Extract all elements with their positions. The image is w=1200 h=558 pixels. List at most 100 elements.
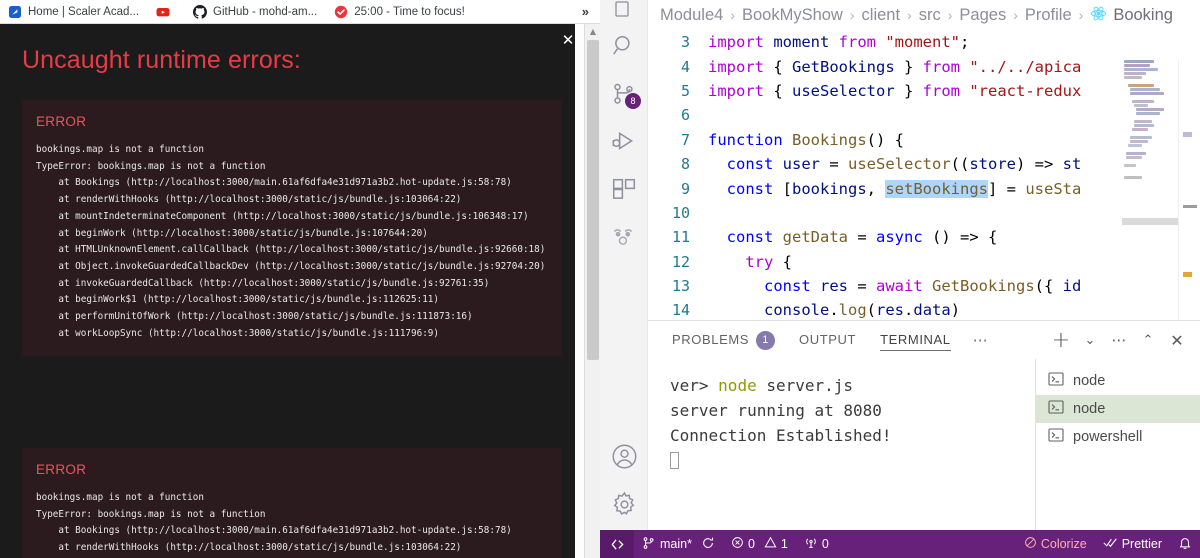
code-line[interactable]: 9 const [bookings, setBookings] = useSta [648, 176, 1200, 200]
breadcrumb-item[interactable]: Module4 [660, 6, 723, 25]
error-card: ERROR bookings.map is not a function Typ… [22, 448, 562, 558]
minimap-row [1124, 68, 1158, 71]
breadcrumb-file-label: Booking [1113, 5, 1173, 24]
panel-tabs-overflow-button[interactable]: ⋯ [963, 331, 999, 349]
tab-terminal[interactable]: TERMINAL [868, 321, 963, 359]
bookmark-pomodoro[interactable]: 25:00 - Time to focus! [326, 5, 474, 19]
terminal-line: Connection Established! [670, 426, 892, 445]
breadcrumb-item[interactable]: Profile [1025, 6, 1072, 25]
close-panel-button[interactable]: ✕ [1164, 327, 1190, 353]
maximize-panel-button[interactable]: ⌃ [1135, 327, 1161, 353]
minimap-row [1126, 152, 1146, 155]
tab-problems[interactable]: PROBLEMS 1 [660, 321, 787, 359]
terminal-body: ver> node server.js server running at 80… [648, 359, 1200, 530]
breadcrumb-item[interactable]: client [862, 6, 901, 25]
code-text: import moment from "moment"; [708, 33, 970, 52]
terminal-tab-powershell[interactable]: powershell [1036, 423, 1200, 451]
status-prettier[interactable]: Prettier [1095, 530, 1170, 558]
sidebar-item-run-and-debug[interactable] [600, 118, 648, 166]
bookmarks-bar: Home | Scaler Acad... GitHub - mohd-am..… [0, 0, 600, 24]
code-line[interactable]: 8 const user = useSelector((store) => st [648, 152, 1200, 176]
minimap-row [1124, 60, 1154, 63]
sync-icon[interactable] [701, 536, 715, 553]
status-notifications[interactable] [1170, 530, 1200, 558]
bookmarks-overflow-button[interactable]: » [582, 4, 600, 19]
sidebar-item-settings[interactable] [600, 480, 648, 528]
remote-window-icon[interactable] [600, 530, 634, 558]
code-editor[interactable]: 3 import moment from "moment"; 4 import { G… [648, 30, 1200, 320]
breadcrumb-item[interactable]: BookMyShow [742, 6, 843, 25]
sidebar-item-explorer[interactable] [600, 0, 648, 22]
branch-label: main* [660, 537, 692, 551]
bookmark-label: 25:00 - Time to focus! [354, 5, 465, 18]
new-terminal-button[interactable]: + [1048, 327, 1074, 353]
terminal-tab-node-1[interactable]: node [1036, 367, 1200, 395]
sidebar-item-source-control[interactable]: 8 [600, 70, 648, 118]
terminal-tab-label: node [1073, 373, 1106, 389]
testing-owl-icon [611, 225, 637, 251]
chevron-right-icon: › [947, 7, 953, 23]
close-icon[interactable]: ✕ [560, 32, 576, 48]
code-line[interactable]: 7 function Bookings() { [648, 128, 1200, 152]
breadcrumb-item[interactable]: src [919, 6, 941, 25]
status-problems[interactable]: 0 1 [723, 530, 796, 558]
colorize-disabled-icon [1024, 536, 1037, 552]
chevron-right-icon: › [849, 7, 855, 23]
minimap[interactable] [1122, 60, 1178, 320]
code-line[interactable]: 5 import { useSelector } from "react-redu… [648, 79, 1200, 103]
vscode-window: 8 Module4 › BookMyShow › client › src › … [600, 0, 1200, 558]
line-number: 7 [680, 130, 690, 149]
code-line[interactable]: 10 [648, 201, 1200, 225]
status-badge: ERROR [36, 462, 87, 477]
react-file-icon [1090, 5, 1107, 26]
breadcrumb-file[interactable]: Booking [1090, 5, 1173, 26]
panel-actions: + ⌄ ⋯ ⌃ ✕ [1048, 327, 1200, 353]
panel-more-actions-button[interactable]: ⋯ [1106, 327, 1132, 353]
minimap-row [1130, 88, 1160, 91]
sidebar-item-search[interactable] [600, 22, 648, 70]
breadcrumb-item[interactable]: Pages [959, 6, 1006, 25]
browser-scrollbar[interactable]: ▲ [584, 24, 600, 558]
sidebar-item-extensions[interactable] [600, 166, 648, 214]
line-number: 3 [680, 33, 690, 52]
bookmark-github[interactable]: GitHub - mohd-am... [185, 4, 326, 19]
bookmark-youtube[interactable] [148, 5, 185, 19]
scroll-up-icon[interactable]: ▲ [585, 24, 600, 39]
code-line[interactable]: 11 const getData = async () => { [648, 225, 1200, 249]
code-line[interactable]: 6 [648, 103, 1200, 127]
overview-ruler[interactable] [1178, 60, 1200, 320]
terminal-output[interactable]: ver> node server.js server running at 80… [648, 359, 1035, 530]
bookmark-label: GitHub - mohd-am... [213, 5, 318, 18]
error-icon [731, 536, 744, 552]
code-text: import { useSelector } from "react-redux [708, 81, 1082, 100]
terminal-dropdown-button[interactable]: ⌄ [1077, 327, 1103, 353]
minimap-row [1130, 140, 1148, 143]
sidebar-item-account[interactable] [600, 432, 648, 480]
breadcrumb[interactable]: Module4 › BookMyShow › client › src › Pa… [648, 0, 1200, 30]
chevron-right-icon: › [1078, 7, 1084, 23]
minimap-row [1130, 136, 1152, 139]
minimap-slider[interactable] [1122, 218, 1178, 225]
code-line[interactable]: 3 import moment from "moment"; [648, 30, 1200, 54]
line-number: 12 [671, 252, 690, 271]
code-line[interactable]: 12 try { [648, 250, 1200, 274]
tab-output[interactable]: OUTPUT [787, 321, 868, 359]
error-card: ERROR bookings.map is not a function Typ… [22, 100, 562, 357]
status-colorize[interactable]: Colorize [1016, 530, 1095, 558]
code-text: console.log(res.data) [764, 301, 961, 320]
status-branch[interactable]: main* [634, 530, 723, 558]
terminal-tab-node-2[interactable]: node [1036, 395, 1200, 423]
sidebar-item-testing[interactable] [600, 214, 648, 262]
status-ports[interactable]: 0 [796, 530, 837, 558]
terminal-icon [1048, 400, 1064, 418]
scaler-logo-icon [8, 5, 22, 19]
minimap-row [1124, 176, 1142, 179]
code-line[interactable]: 13 const res = await GetBookings({ id [648, 274, 1200, 298]
scrollbar-thumb[interactable] [587, 40, 599, 360]
bookmark-scaler[interactable]: Home | Scaler Acad... [0, 5, 148, 19]
notifications-bell-icon [1178, 536, 1192, 553]
search-icon [611, 33, 637, 59]
code-line[interactable]: 14 console.log(res.data) [648, 298, 1200, 320]
code-line[interactable]: 4 import { GetBookings } from "../../apic… [648, 54, 1200, 78]
minimap-row [1124, 64, 1150, 67]
